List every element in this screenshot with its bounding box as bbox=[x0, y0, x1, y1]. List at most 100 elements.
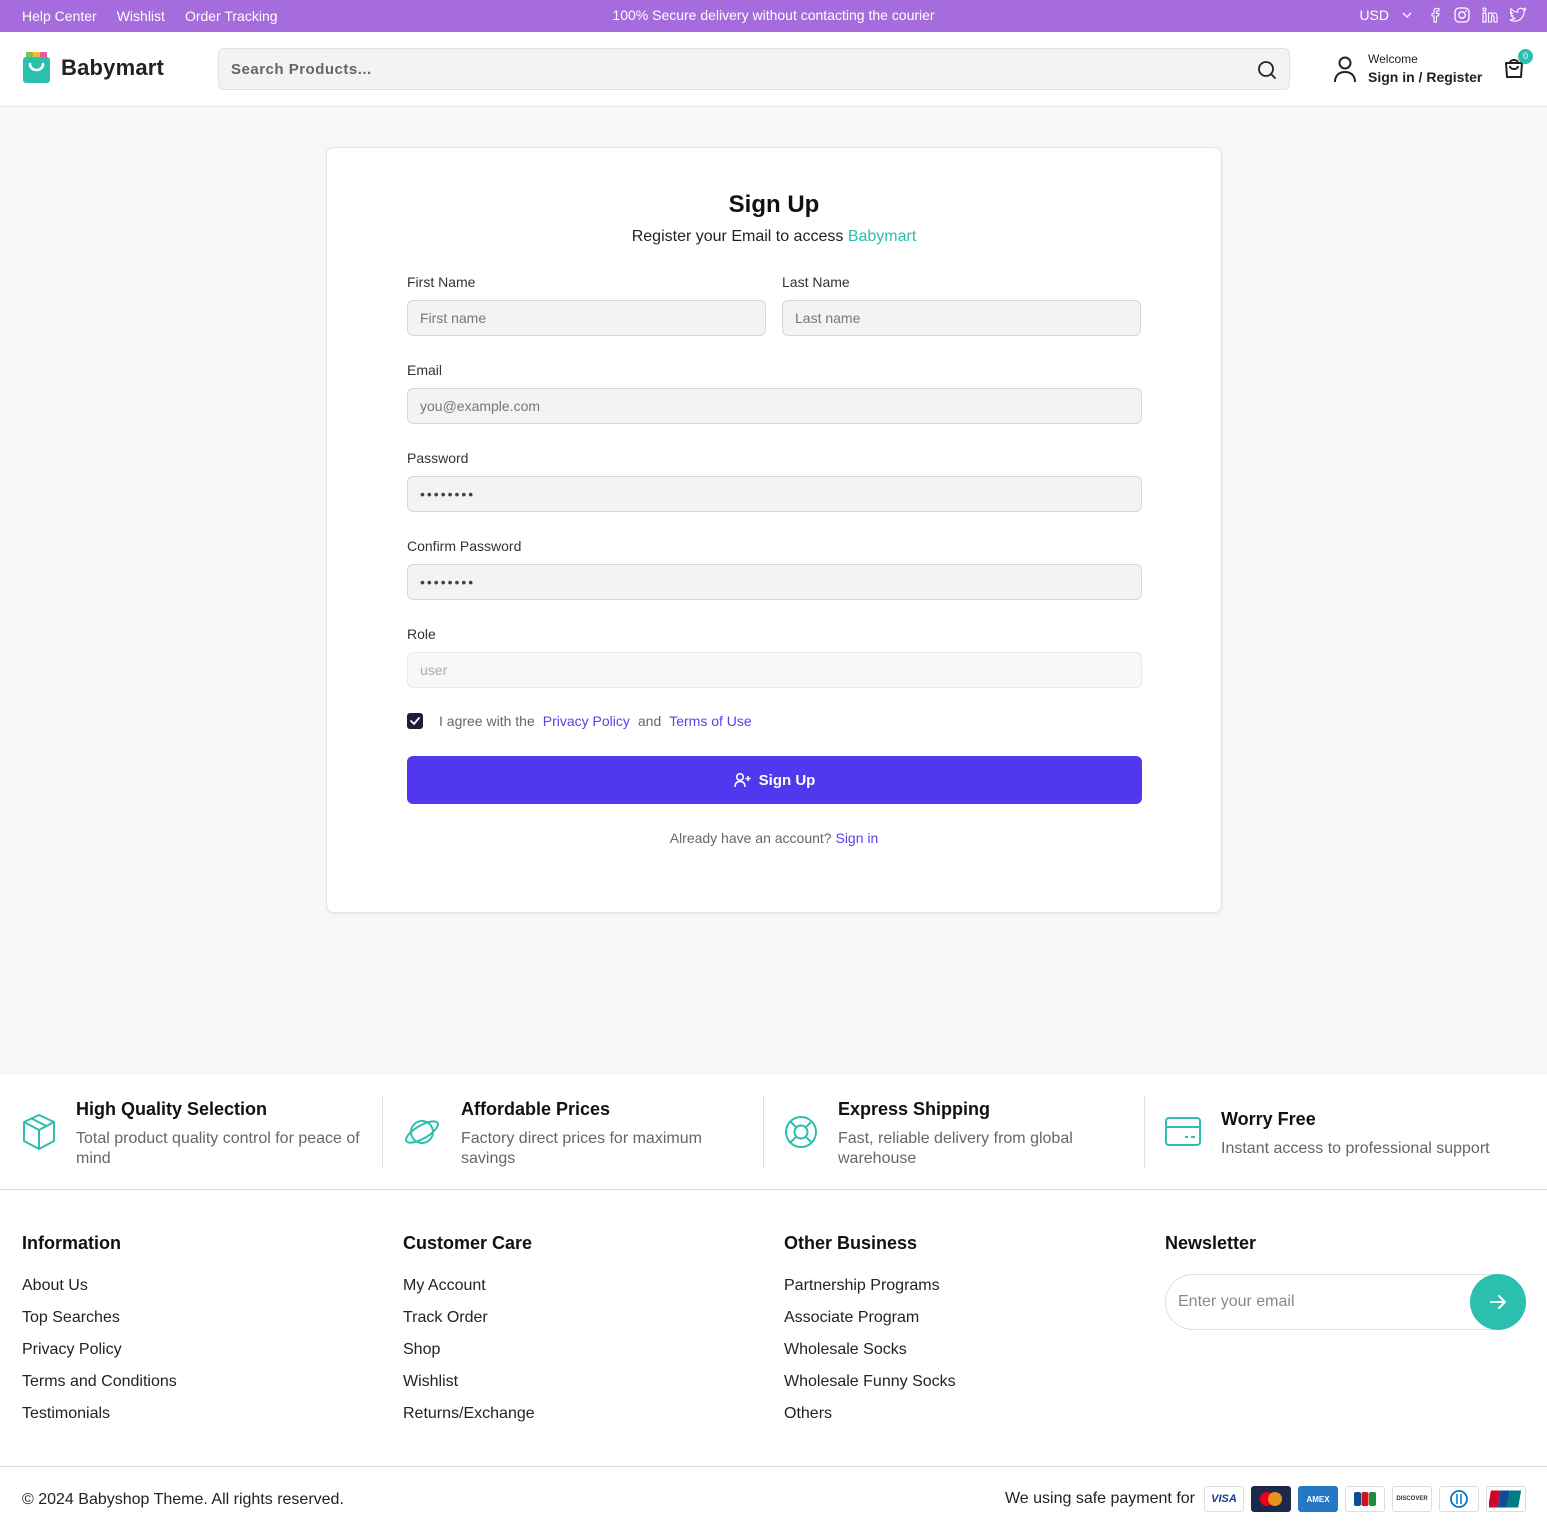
feature-divider bbox=[763, 1095, 764, 1168]
signup-subtitle: Register your Email to access Babymart bbox=[327, 228, 1221, 246]
footer-heading: Customer Care bbox=[403, 1233, 533, 1253]
payment-text: We using safe payment for bbox=[1004, 1490, 1195, 1507]
footer-link-wishlist[interactable]: Wishlist bbox=[403, 1372, 535, 1404]
footer-newsletter: Newsletter bbox=[1165, 1233, 1256, 1276]
newsletter-form bbox=[1165, 1274, 1526, 1330]
footer-divider bbox=[0, 1466, 1547, 1467]
facebook-icon[interactable] bbox=[1427, 7, 1443, 23]
footer-other-business: Other Business Partnership Programs Asso… bbox=[784, 1233, 956, 1436]
footer-link-top-searches[interactable]: Top Searches bbox=[22, 1308, 177, 1340]
agree-prefix: I agree with the bbox=[439, 713, 535, 729]
jcb-card-icon bbox=[1345, 1486, 1385, 1512]
footer-link-wholesale-socks[interactable]: Wholesale Socks bbox=[784, 1340, 956, 1372]
twitter-icon[interactable] bbox=[1509, 6, 1527, 24]
feature-desc: Total product quality control for peace … bbox=[76, 1130, 360, 1167]
signup-button[interactable]: Sign Up bbox=[407, 756, 1142, 804]
footer-link-privacy-policy[interactable]: Privacy Policy bbox=[22, 1340, 177, 1372]
feature-title: Worry Free bbox=[1221, 1109, 1316, 1129]
user-plus-icon bbox=[733, 772, 751, 788]
already-text: Already have an account? bbox=[669, 830, 832, 846]
signin-link[interactable]: Sign in bbox=[835, 830, 878, 846]
privacy-policy-link[interactable]: Privacy Policy bbox=[543, 713, 630, 729]
search-icon[interactable] bbox=[1257, 60, 1277, 80]
logo-text: Babymart bbox=[61, 55, 165, 80]
chevron-down-icon bbox=[1402, 12, 1412, 18]
cart-button[interactable]: 0 bbox=[1502, 49, 1533, 85]
top-right: USD bbox=[1359, 6, 1527, 24]
password-input[interactable]: •••••••• bbox=[407, 476, 1142, 512]
currency-label: USD bbox=[1359, 7, 1389, 23]
feature-title: Express Shipping bbox=[838, 1099, 991, 1119]
feature-desc: Fast, reliable delivery from global ware… bbox=[838, 1130, 1073, 1167]
feature-desc: Instant access to professional support bbox=[1221, 1140, 1490, 1157]
email-input[interactable]: you@example.com bbox=[407, 388, 1142, 424]
footer-link-partnership[interactable]: Partnership Programs bbox=[784, 1276, 956, 1308]
feature-shipping: Express Shipping Fast, reliable delivery… bbox=[784, 1095, 1124, 1170]
terms-of-use-link[interactable]: Terms of Use bbox=[669, 713, 751, 729]
features-strip: High Quality Selection Total product qua… bbox=[0, 1075, 1547, 1190]
check-icon bbox=[410, 717, 420, 725]
planet-icon bbox=[405, 1120, 439, 1144]
user-icon bbox=[1334, 56, 1356, 82]
payment-methods: We using safe payment for VISA AMEX DISC… bbox=[1005, 1486, 1526, 1512]
feature-divider bbox=[382, 1095, 383, 1168]
account-link[interactable]: Welcome Sign in / Register bbox=[1332, 52, 1482, 85]
footer-link-wholesale-funny-socks[interactable]: Wholesale Funny Socks bbox=[784, 1372, 956, 1404]
agree-checkbox[interactable] bbox=[407, 713, 423, 729]
unionpay-card-icon bbox=[1486, 1486, 1526, 1512]
footer-heading: Other Business bbox=[784, 1233, 918, 1253]
footer-link-my-account[interactable]: My Account bbox=[403, 1276, 535, 1308]
footer-link-associate[interactable]: Associate Program bbox=[784, 1308, 956, 1340]
discover-card-icon: DISCOVER bbox=[1392, 1486, 1432, 1512]
role-label: Role bbox=[407, 626, 436, 642]
feature-divider bbox=[1144, 1095, 1145, 1168]
currency-selector[interactable]: USD bbox=[1359, 7, 1413, 23]
logo[interactable]: Babymart bbox=[22, 52, 164, 84]
diners-club-card-icon bbox=[1439, 1486, 1479, 1512]
footer-heading: Newsletter bbox=[1165, 1233, 1257, 1253]
footer-link-shop[interactable]: Shop bbox=[403, 1340, 535, 1372]
site-footer: Information About Us Top Searches Privac… bbox=[0, 1190, 1547, 1532]
last-name-label: Last Name bbox=[782, 274, 850, 290]
subtitle-prefix: Register your Email to access bbox=[631, 228, 844, 245]
first-name-label: First Name bbox=[407, 274, 476, 290]
instagram-icon[interactable] bbox=[1453, 6, 1471, 24]
linkedin-icon[interactable] bbox=[1481, 6, 1499, 24]
last-name-input[interactable]: Last name bbox=[782, 300, 1141, 336]
footer-link-returns[interactable]: Returns/Exchange bbox=[403, 1404, 535, 1436]
footer-customer-care: Customer Care My Account Track Order Sho… bbox=[403, 1233, 535, 1436]
feature-quality: High Quality Selection Total product qua… bbox=[22, 1095, 380, 1170]
cart-count-badge: 0 bbox=[1518, 49, 1533, 64]
top-bar: Help Center Wishlist Order Tracking 100%… bbox=[0, 0, 1547, 32]
subtitle-brand: Babymart bbox=[847, 228, 917, 245]
footer-link-testimonials[interactable]: Testimonials bbox=[22, 1404, 177, 1436]
footer-link-others[interactable]: Others bbox=[784, 1404, 956, 1436]
signup-title: Sign Up bbox=[728, 191, 820, 218]
site-header: Babymart Welcome Sign in / Register 0 bbox=[0, 32, 1547, 107]
confirm-password-input[interactable]: •••••••• bbox=[407, 564, 1142, 600]
first-name-input[interactable]: First name bbox=[407, 300, 766, 336]
confirm-password-label: Confirm Password bbox=[407, 538, 522, 554]
email-label: Email bbox=[407, 362, 443, 378]
agree-row: I agree with the Privacy Policy and Term… bbox=[407, 713, 760, 729]
already-account: Already have an account? Sign in bbox=[327, 830, 1221, 846]
copyright-text: © 2024 Babyshop Theme. All rights reserv… bbox=[22, 1491, 344, 1508]
promo-text: 100% Secure delivery without contacting … bbox=[612, 7, 935, 23]
search-input[interactable] bbox=[231, 49, 1231, 89]
visa-card-icon: VISA bbox=[1204, 1486, 1244, 1512]
footer-heading: Information bbox=[22, 1233, 121, 1253]
feature-title: High Quality Selection bbox=[76, 1099, 268, 1119]
footer-link-track-order[interactable]: Track Order bbox=[403, 1308, 535, 1340]
role-input: user bbox=[407, 652, 1142, 688]
shopping-bag-logo-icon bbox=[23, 52, 50, 83]
footer-information: Information About Us Top Searches Privac… bbox=[22, 1233, 177, 1436]
feature-prices: Affordable Prices Factory direct prices … bbox=[403, 1095, 743, 1170]
search-bar bbox=[218, 48, 1290, 90]
footer-link-terms[interactable]: Terms and Conditions bbox=[22, 1372, 177, 1404]
feature-worry-free: Worry Free Instant access to professiona… bbox=[1165, 1095, 1525, 1170]
footer-link-about-us[interactable]: About Us bbox=[22, 1276, 177, 1308]
lifebuoy-icon bbox=[785, 1116, 817, 1148]
newsletter-email-input[interactable] bbox=[1178, 1275, 1458, 1329]
feature-desc: Factory direct prices for maximum saving… bbox=[461, 1130, 702, 1167]
newsletter-submit-button[interactable] bbox=[1470, 1274, 1526, 1330]
